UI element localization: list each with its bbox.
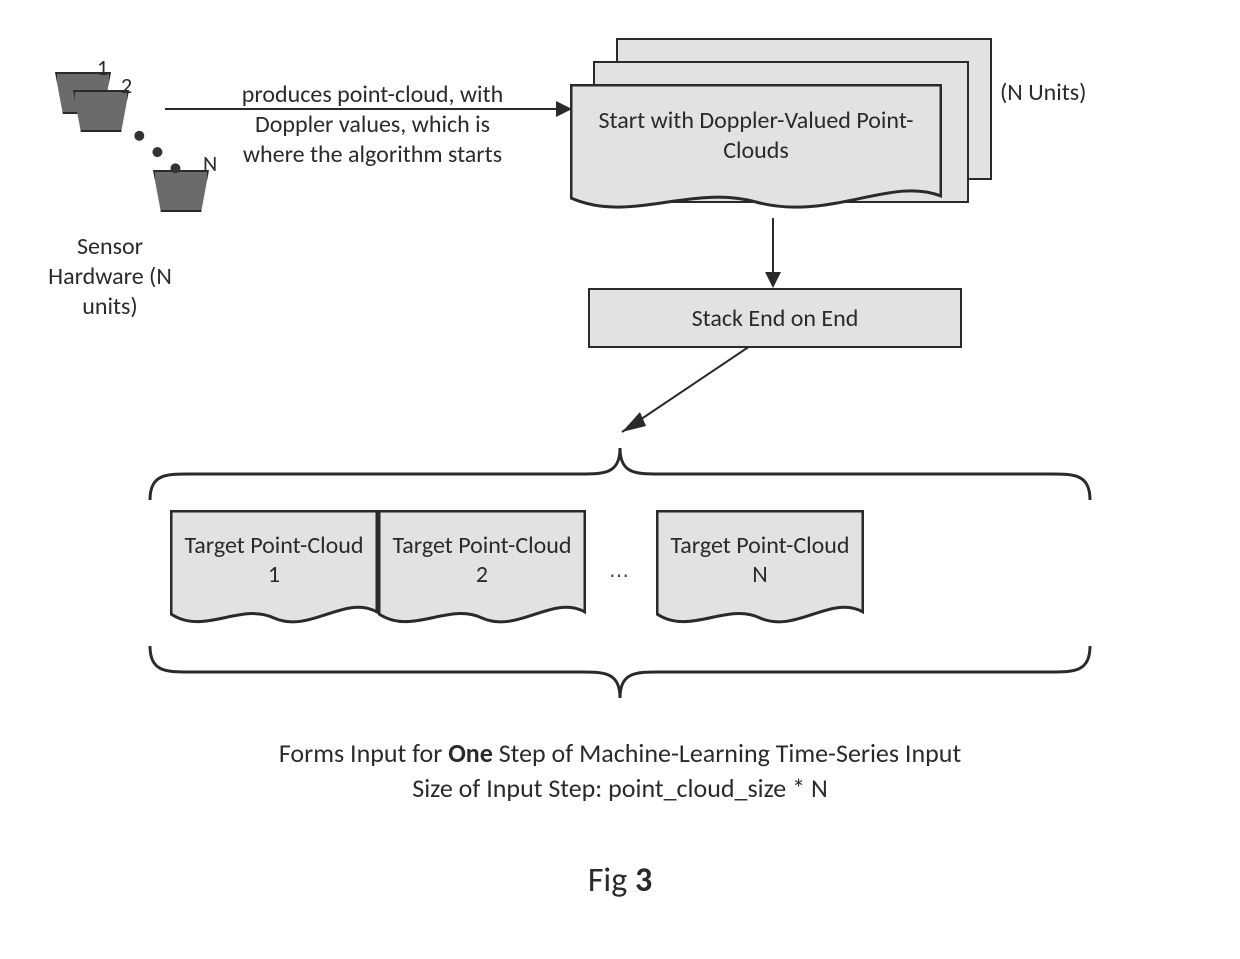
figure-label: Fig 3 — [0, 860, 1240, 901]
figure-number: 3 — [635, 860, 652, 901]
arrow-doc-to-stack — [772, 218, 774, 274]
arrow-sensor-to-doc — [165, 108, 558, 110]
sensor-number-2: 2 — [121, 72, 132, 99]
figure-label-pre: Fig — [588, 860, 635, 901]
bottom-caption-line2: Size of Input Step: point_cloud_size * N — [412, 772, 827, 804]
arrow-stack-to-brace — [550, 346, 770, 446]
target-cloud-n-text: Target Point-Cloud N — [656, 532, 864, 590]
arrow-head-down-icon — [765, 272, 781, 288]
doppler-doc-stack: Start with Doppler-Valued Point-Clouds — [570, 38, 1030, 218]
stack-end-on-end-box: Stack End on End — [588, 288, 962, 348]
target-cloud-1: Target Point-Cloud 1 — [170, 510, 378, 630]
bottom-caption-line1-bold: One — [448, 737, 493, 769]
doppler-doc-front: Start with Doppler-Valued Point-Clouds — [570, 84, 942, 214]
stack-end-on-end-text: Stack End on End — [692, 304, 859, 333]
target-cloud-n: Target Point-Cloud N — [656, 510, 864, 630]
target-cloud-2-text: Target Point-Cloud 2 — [378, 532, 586, 590]
sensor-hardware-stack: 1 2 N • • • — [55, 72, 225, 252]
bottom-caption-line1-post: Step of Machine-Learning Time-Series Inp… — [493, 737, 961, 769]
target-cloud-2: Target Point-Cloud 2 — [378, 510, 586, 630]
bottom-caption-line1-pre: Forms Input for — [279, 737, 448, 769]
target-cloud-row: Target Point-Cloud 1 Target Point-Cloud … — [170, 510, 1070, 640]
produces-label: produces point-cloud, with Doppler value… — [230, 80, 515, 170]
brace-bottom — [130, 640, 1110, 706]
doppler-n-units-label: (N Units) — [1000, 78, 1086, 107]
sensor-number-1: 1 — [97, 54, 108, 81]
diagram-canvas: 1 2 N • • • Sensor Hardware (N units) pr… — [0, 0, 1240, 959]
doppler-doc-text: Start with Doppler-Valued Point-Clouds — [570, 106, 942, 166]
brace-top — [130, 440, 1110, 506]
target-cloud-1-text: Target Point-Cloud 1 — [170, 532, 378, 590]
sensor-number-n: N — [203, 150, 217, 177]
target-cloud-ellipsis: ⋯ — [586, 563, 656, 588]
sensor-caption: Sensor Hardware (N units) — [30, 232, 190, 322]
bottom-caption: Forms Input for One Step of Machine-Lear… — [180, 736, 1060, 806]
